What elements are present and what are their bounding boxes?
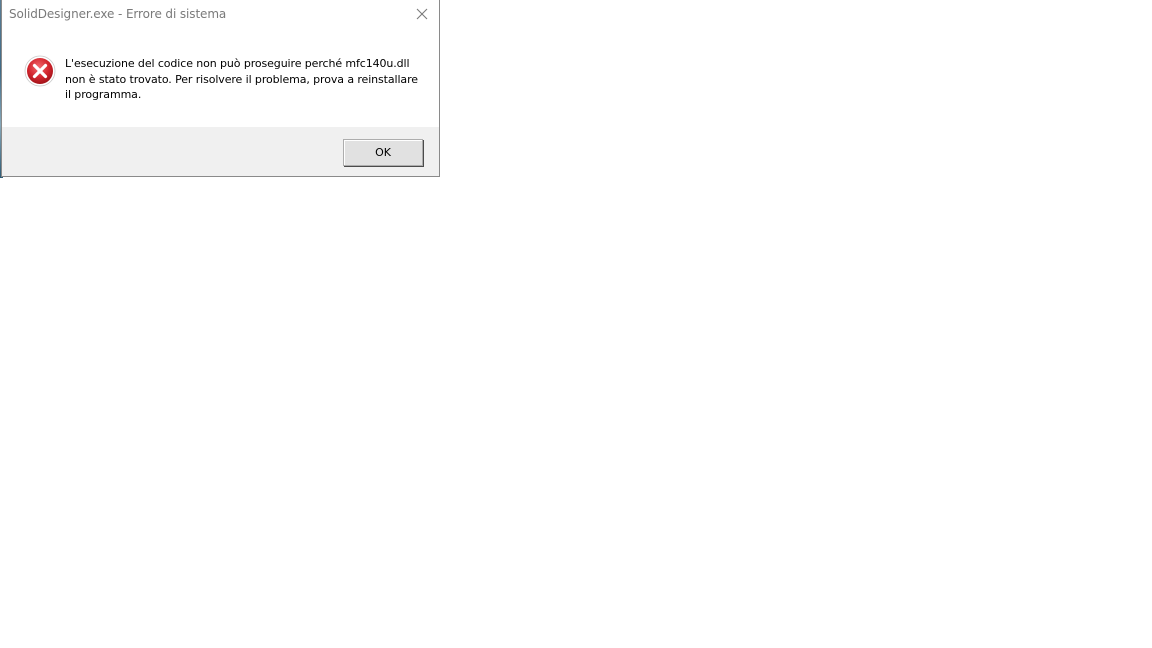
error-dialog: SolidDesigner.exe - Errore di sistema L'… <box>1 0 440 177</box>
error-icon <box>24 55 56 87</box>
dialog-footer: OK <box>2 127 439 176</box>
close-button[interactable] <box>405 0 439 30</box>
error-message: L'esecuzione del codice non può prosegui… <box>65 57 418 101</box>
title-bar: SolidDesigner.exe - Errore di sistema <box>2 0 439 30</box>
ok-button[interactable]: OK <box>343 139 423 166</box>
dialog-title: SolidDesigner.exe - Errore di sistema <box>9 7 227 21</box>
close-icon <box>416 8 428 20</box>
